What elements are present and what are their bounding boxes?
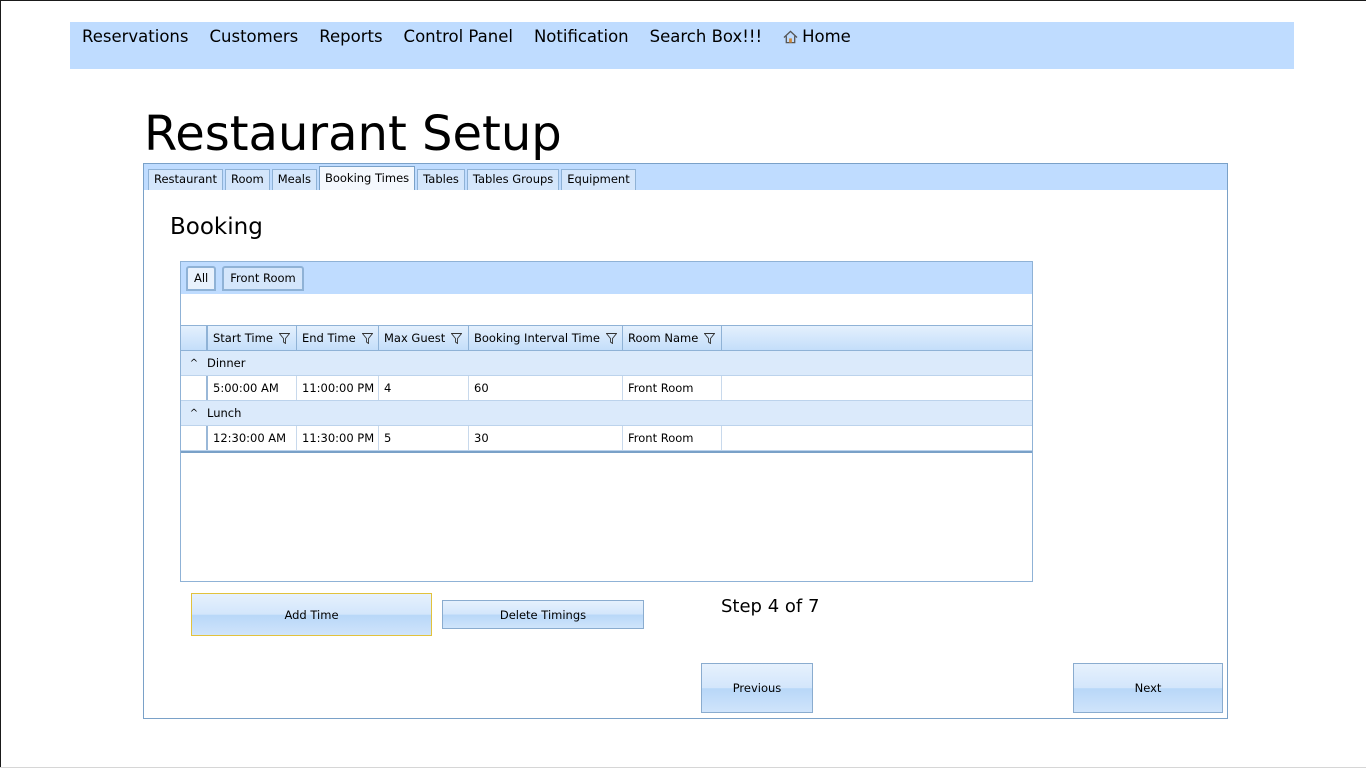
previous-button[interactable]: Previous	[701, 663, 813, 713]
next-button[interactable]: Next	[1073, 663, 1223, 713]
table-row[interactable]: 5:00:00 AM 11:00:00 PM 4 60 Front Room	[181, 376, 1032, 401]
cell-filler	[722, 426, 1032, 450]
tab-room[interactable]: Room	[224, 169, 270, 190]
group-row-dinner[interactable]: ^ Dinner	[181, 351, 1032, 376]
setup-tabstrip: Restaurant Room Meals Booking Times Tabl…	[144, 164, 1227, 190]
tab-restaurant[interactable]: Restaurant	[148, 169, 223, 190]
page-title: Restaurant Setup	[144, 106, 562, 162]
column-label: Booking Interval Time	[474, 331, 600, 345]
column-label: Room Name	[628, 331, 699, 345]
grid-header: Start Time End Time Max Guest Booking In…	[181, 325, 1032, 351]
column-header-booking-interval[interactable]: Booking Interval Time	[469, 326, 623, 350]
cell-start-time: 12:30:00 AM	[208, 426, 297, 450]
nav-home[interactable]: Home	[783, 27, 851, 47]
cell-start-time: 5:00:00 AM	[208, 376, 297, 400]
nav-reservations[interactable]: Reservations	[82, 27, 189, 47]
column-header-end-time[interactable]: End Time	[297, 326, 379, 350]
nav-search-box[interactable]: Search Box!!!	[650, 27, 762, 47]
row-indent	[181, 376, 208, 400]
cell-end-time: 11:00:00 PM	[297, 376, 379, 400]
row-indent	[181, 426, 208, 450]
nav-control-panel[interactable]: Control Panel	[404, 27, 513, 47]
column-label: Start Time	[213, 331, 273, 345]
header-filler	[722, 326, 1032, 350]
filter-icon[interactable]	[605, 332, 617, 344]
table-row[interactable]: 12:30:00 AM 11:30:00 PM 5 30 Front Room	[181, 426, 1032, 451]
cell-filler	[722, 376, 1032, 400]
nav-reports[interactable]: Reports	[319, 27, 382, 47]
delete-timings-button[interactable]: Delete Timings	[442, 600, 644, 629]
cell-booking-interval: 60	[469, 376, 623, 400]
column-header-room-name[interactable]: Room Name	[623, 326, 722, 350]
column-header-max-guest[interactable]: Max Guest	[379, 326, 469, 350]
tab-equipment[interactable]: Equipment	[561, 169, 636, 190]
chevron-up-icon[interactable]: ^	[181, 358, 207, 369]
cell-max-guest: 4	[379, 376, 469, 400]
filter-icon[interactable]	[361, 332, 373, 344]
column-header-start-time[interactable]: Start Time	[208, 326, 297, 350]
group-row-lunch[interactable]: ^ Lunch	[181, 401, 1032, 426]
group-label: Lunch	[207, 406, 242, 420]
booking-grid-panel: All Front Room Start Time End Time Max G…	[180, 261, 1033, 582]
tab-front-room[interactable]: Front Room	[222, 266, 304, 291]
filter-icon[interactable]	[278, 332, 290, 344]
section-title: Booking	[170, 214, 263, 240]
tab-meals[interactable]: Meals	[271, 169, 317, 190]
home-icon	[783, 30, 798, 44]
cell-booking-interval: 30	[469, 426, 623, 450]
nav-home-label: Home	[802, 27, 851, 46]
booking-times-grid: Start Time End Time Max Guest Booking In…	[181, 325, 1032, 453]
room-tabstrip: All Front Room	[181, 262, 1032, 294]
cell-end-time: 11:30:00 PM	[297, 426, 379, 450]
filter-icon[interactable]	[704, 332, 716, 344]
tab-booking-times[interactable]: Booking Times	[318, 166, 416, 190]
header-indent	[181, 326, 208, 350]
cell-room-name: Front Room	[623, 426, 722, 450]
tab-tables-groups[interactable]: Tables Groups	[466, 169, 560, 190]
cell-room-name: Front Room	[623, 376, 722, 400]
group-label: Dinner	[207, 356, 246, 370]
nav-customers[interactable]: Customers	[210, 27, 299, 47]
tab-all[interactable]: All	[186, 266, 217, 291]
nav-notification[interactable]: Notification	[534, 27, 629, 47]
cell-max-guest: 5	[379, 426, 469, 450]
setup-panel: Restaurant Room Meals Booking Times Tabl…	[143, 163, 1228, 719]
chevron-up-icon[interactable]: ^	[181, 408, 207, 419]
tab-tables[interactable]: Tables	[417, 169, 465, 190]
add-time-button[interactable]: Add Time	[191, 593, 432, 636]
step-indicator: Step 4 of 7	[721, 596, 820, 617]
column-label: End Time	[302, 331, 356, 345]
top-navigation: Reservations Customers Reports Control P…	[70, 22, 1294, 69]
filter-icon[interactable]	[451, 332, 463, 344]
column-label: Max Guest	[384, 331, 446, 345]
